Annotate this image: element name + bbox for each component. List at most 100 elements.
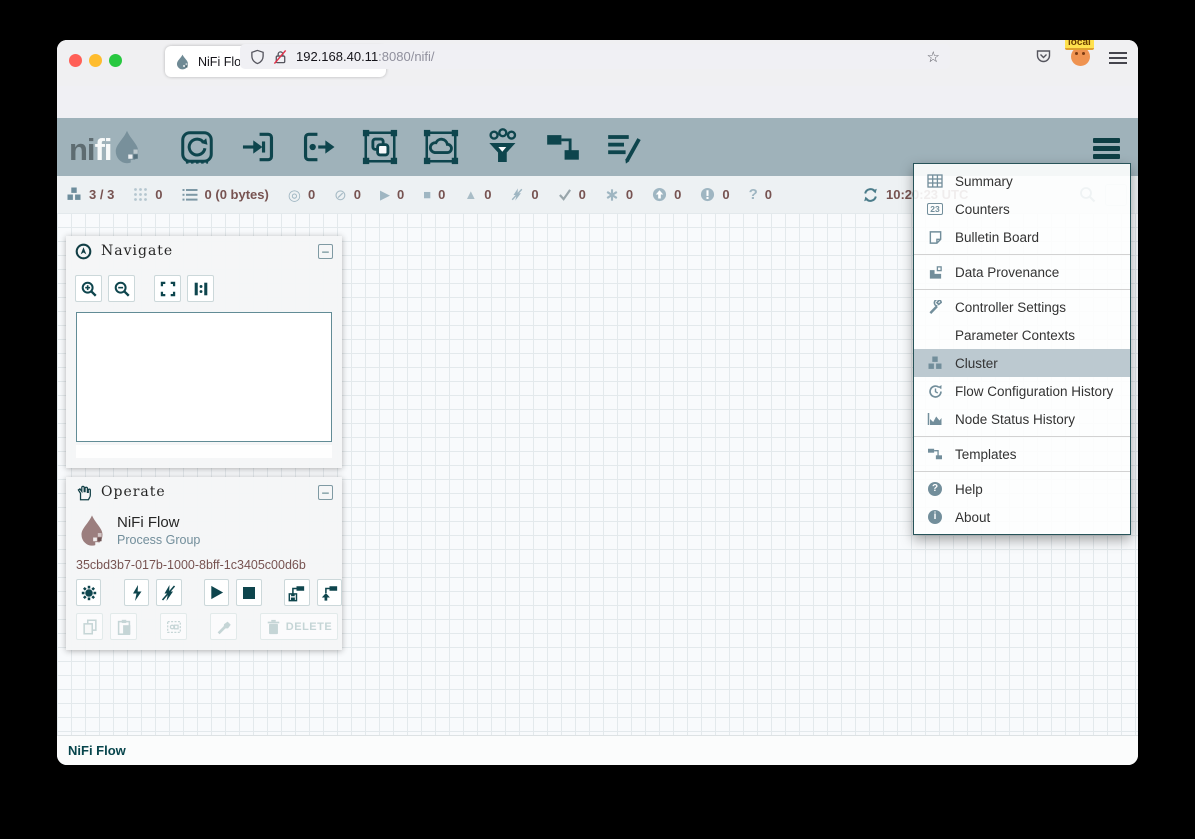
cluster-status: 3 / 3: [66, 187, 114, 202]
transmitting-status: ◎0: [288, 186, 315, 204]
cluster-cubes-icon: [927, 356, 943, 371]
collapse-operate-button[interactable]: –: [318, 485, 333, 500]
modified-stale-exclamation-icon: [700, 187, 715, 202]
menu-item-cluster[interactable]: Cluster: [914, 349, 1130, 377]
queued-status: 0 (0 bytes): [182, 187, 269, 202]
disable-button[interactable]: [156, 579, 181, 606]
menu-item-about[interactable]: iAbout: [914, 503, 1130, 531]
stale-up-arrow-icon: [652, 187, 667, 202]
template-component-icon[interactable]: [544, 128, 582, 166]
menu-item-templates[interactable]: Templates: [914, 440, 1130, 468]
menu-separator: [914, 254, 1130, 255]
processor-component-icon[interactable]: [178, 128, 216, 166]
threads-icon: [133, 187, 148, 202]
history-icon: [928, 384, 943, 399]
delete-button[interactable]: DELETE: [260, 613, 338, 640]
birdseye-footer: [76, 445, 332, 458]
firefox-menu-icon[interactable]: [1109, 52, 1127, 68]
global-menu: Summary 23Counters Bulletin Board Data P…: [913, 163, 1131, 535]
logo-text-ni: ni: [69, 134, 95, 165]
menu-item-counters[interactable]: 23Counters: [914, 195, 1130, 223]
menu-item-flow-configuration-history[interactable]: Flow Configuration History: [914, 377, 1130, 405]
active-threads-status: 0: [133, 187, 162, 202]
enable-button[interactable]: [124, 579, 149, 606]
locally-modified-asterisk-icon: [605, 188, 619, 202]
paste-button[interactable]: [110, 613, 137, 640]
running-icon: ▶: [380, 187, 390, 203]
menu-item-parameter-contexts[interactable]: Parameter Contexts: [914, 321, 1130, 349]
group-button[interactable]: [160, 613, 187, 640]
info-icon: i: [928, 510, 942, 524]
macos-close-button[interactable]: [69, 54, 82, 67]
insecure-lock-icon[interactable]: [273, 49, 288, 65]
label-component-icon[interactable]: [605, 128, 643, 166]
disabled-status: 0: [510, 187, 538, 202]
fill-color-button[interactable]: [210, 613, 237, 640]
menu-item-help[interactable]: ?Help: [914, 475, 1130, 503]
cluster-icon: [66, 187, 82, 202]
help-icon: ?: [928, 482, 942, 496]
selected-flow-name: NiFi Flow: [117, 514, 200, 531]
copy-button[interactable]: [76, 613, 103, 640]
counters-icon: 23: [927, 203, 942, 216]
delete-label: DELETE: [286, 621, 332, 633]
navigate-header: Navigate –: [66, 236, 342, 266]
menu-item-bulletin-board[interactable]: Bulletin Board: [914, 223, 1130, 251]
stop-button[interactable]: [236, 579, 261, 606]
configure-button[interactable]: [76, 579, 101, 606]
menu-item-summary[interactable]: Summary: [914, 167, 1130, 195]
breadcrumb-root[interactable]: NiFi Flow: [68, 743, 126, 758]
macos-minimize-button[interactable]: [89, 54, 102, 67]
menu-separator: [914, 289, 1130, 290]
operate-buttons-row-1: [66, 579, 342, 606]
menu-item-node-status-history[interactable]: Node Status History: [914, 405, 1130, 433]
refresh-icon[interactable]: [862, 187, 879, 203]
birdseye-minimap[interactable]: [76, 312, 332, 442]
invalid-icon: ▲: [464, 187, 477, 202]
output-port-component-icon[interactable]: [300, 128, 338, 166]
not-transmitting-status: ⊘0: [334, 186, 361, 204]
operate-buttons-row-2: DELETE: [66, 613, 342, 640]
process-group-drop-icon: [78, 513, 106, 548]
not-transmitting-icon: ⊘: [334, 186, 347, 204]
pocket-icon[interactable]: [1035, 48, 1052, 65]
bulletin-note-icon: [928, 230, 943, 245]
upload-template-button[interactable]: [317, 579, 342, 606]
locally-modified-status: 0: [605, 187, 633, 202]
nifi-logo: nifi: [69, 129, 142, 165]
menu-item-data-provenance[interactable]: Data Provenance: [914, 258, 1130, 286]
process-group-component-icon[interactable]: [361, 128, 399, 166]
queued-icon: [182, 188, 198, 202]
input-port-component-icon[interactable]: [239, 128, 277, 166]
stale-status: 0: [652, 187, 681, 202]
zoom-actual-size-button[interactable]: [187, 275, 214, 302]
url-bar[interactable]: 192.168.40.11:8080/nifi/ ☆: [240, 44, 950, 69]
nifi-global-menu-icon[interactable]: [1093, 138, 1120, 162]
up-to-date-check-icon: [558, 188, 572, 201]
trash-icon: [266, 619, 281, 635]
zoom-fit-button[interactable]: [154, 275, 181, 302]
sync-failure-icon: ?: [749, 186, 758, 203]
macos-zoom-button[interactable]: [109, 54, 122, 67]
profile-badge: local: [1065, 40, 1094, 50]
url-text[interactable]: 192.168.40.11:8080/nifi/: [296, 49, 927, 64]
remote-process-group-component-icon[interactable]: [422, 128, 460, 166]
selected-flow-type: Process Group: [117, 533, 200, 547]
menu-separator: [914, 471, 1130, 472]
stopped-status: ■0: [423, 187, 445, 202]
disabled-icon: [510, 187, 524, 202]
invalid-status: ▲0: [464, 187, 491, 202]
selected-component-summary: NiFi Flow Process Group: [66, 507, 342, 550]
save-template-button[interactable]: [284, 579, 309, 606]
funnel-component-icon[interactable]: [483, 128, 521, 166]
zoom-in-button[interactable]: [75, 275, 102, 302]
operate-title: Operate: [101, 484, 309, 500]
browser-window: NiFi Flow × + ← → ⟳ 192.168.40.11:8080/n…: [57, 40, 1138, 765]
collapse-navigate-button[interactable]: –: [318, 244, 333, 259]
bookmark-star-icon[interactable]: ☆: [927, 48, 940, 66]
operate-palette: Operate – NiFi Flow Process Group 35cbd3…: [66, 477, 342, 650]
shield-icon[interactable]: [250, 49, 265, 65]
start-button[interactable]: [204, 579, 229, 606]
menu-item-controller-settings[interactable]: Controller Settings: [914, 293, 1130, 321]
zoom-out-button[interactable]: [108, 275, 135, 302]
